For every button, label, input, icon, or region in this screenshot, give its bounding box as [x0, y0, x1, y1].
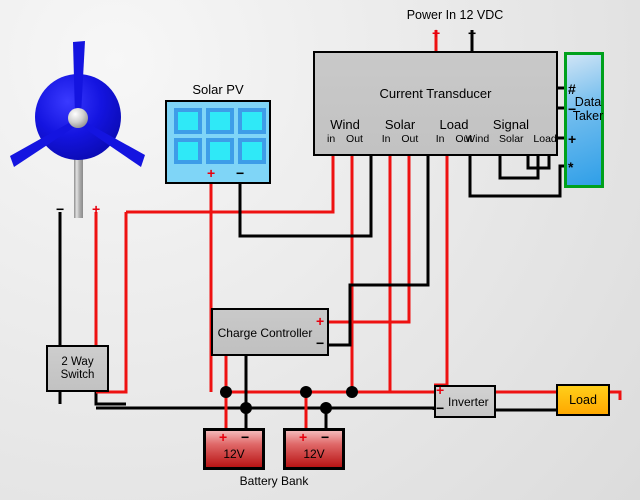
solar-cell [206, 138, 234, 164]
switch-label-line2: Switch [60, 368, 95, 381]
battery-2-voltage: 12V [303, 447, 325, 461]
data-taker-name-line1: Data [574, 95, 602, 109]
power-in-label: Power In 12 VDC [406, 8, 504, 22]
solar-cell [174, 138, 202, 164]
battery-1-plus-terminal: + [219, 429, 228, 445]
solar-cell [238, 108, 266, 134]
wire-switch-bottom-black [94, 392, 126, 406]
wire-load-in-to-cc-minus [329, 156, 430, 347]
junction-dots [220, 386, 358, 414]
channel-wind-name: Wind [330, 117, 360, 132]
channel-wind-in: in [327, 133, 336, 145]
load-box[interactable]: Load [556, 384, 610, 416]
charge-controller-label: Charge Controller [217, 326, 313, 340]
signal-out-wind: Wind [465, 133, 490, 145]
solar-cell [174, 108, 202, 134]
turbine-minus-terminal: − [56, 201, 65, 217]
solar-pv-panel[interactable] [165, 100, 271, 184]
transducer-channel-wind: Wind in Out [319, 117, 371, 145]
inverter-plus-terminal: + [436, 382, 445, 398]
channel-solar-terminals: In Out [373, 133, 427, 145]
power-in-minus-terminal: − [468, 25, 477, 41]
wire-solar-out-to-cc-plus [329, 156, 411, 324]
channel-solar-name: Solar [384, 117, 416, 132]
battery-1[interactable]: 12V [203, 428, 265, 470]
wiring-diagram-canvas: Power In 12 VDC + − Current Transducer W… [0, 0, 640, 500]
channel-wind-terminals: in Out [319, 133, 371, 145]
transducer-channel-solar: Solar In Out [373, 117, 427, 145]
two-way-switch-label: 2 Way Switch [61, 356, 95, 382]
channel-solar-in: In [381, 133, 391, 145]
data-taker-name-line2: Taker [572, 109, 604, 123]
load-label: Load [569, 393, 597, 407]
switch-label-line1: 2 Way [61, 355, 94, 368]
battery-2-minus-terminal: − [321, 429, 330, 445]
charge-controller-minus-terminal: − [316, 335, 325, 351]
two-way-switch-box[interactable]: 2 Way Switch [46, 345, 109, 392]
channel-solar-out: Out [401, 133, 419, 145]
inverter-minus-terminal: − [436, 400, 445, 416]
data-taker-terminal-star: * [568, 159, 574, 175]
solar-pv-label: Solar PV [192, 82, 244, 97]
inverter-label: Inverter [448, 395, 489, 409]
signal-out-load: Load [533, 133, 557, 145]
solar-cell [238, 138, 266, 164]
solar-cell [206, 108, 234, 134]
battery-1-voltage: 12V [223, 447, 245, 461]
signal-output-labels: Wind Solar Load [465, 133, 557, 145]
solar-pv-minus-terminal: − [236, 165, 245, 181]
charge-controller-box[interactable]: Charge Controller [211, 308, 329, 356]
solar-pv-cell-grid [174, 108, 266, 164]
current-transducer-box[interactable]: Current Transducer Wind in Out Solar In … [313, 51, 558, 156]
channel-load-in: In [435, 133, 445, 145]
power-in-plus-terminal: + [432, 25, 441, 41]
wind-turbine-graphic [10, 41, 145, 218]
channel-wind-out: Out [346, 133, 363, 145]
solar-pv-plus-terminal: + [207, 165, 216, 181]
wire-signal-wind-to-datataker-star [468, 156, 567, 198]
data-taker-terminal-hash: # [568, 81, 576, 97]
battery-2-plus-terminal: + [299, 429, 308, 445]
battery-1-minus-terminal: − [241, 429, 250, 445]
battery-2[interactable]: 12V [283, 428, 345, 470]
charge-controller-plus-terminal: + [316, 313, 325, 329]
current-transducer-title: Current Transducer [379, 86, 492, 101]
data-taker-terminal-plus: + [568, 131, 577, 147]
turbine-plus-terminal: + [92, 201, 101, 217]
data-taker-terminal-minus: − [568, 101, 577, 117]
battery-bank-label: Battery Bank [239, 474, 309, 488]
transducer-signal-group: Signal Wind Solar Load [465, 117, 557, 145]
signal-title: Signal [492, 117, 530, 132]
signal-out-solar: Solar [499, 133, 524, 145]
